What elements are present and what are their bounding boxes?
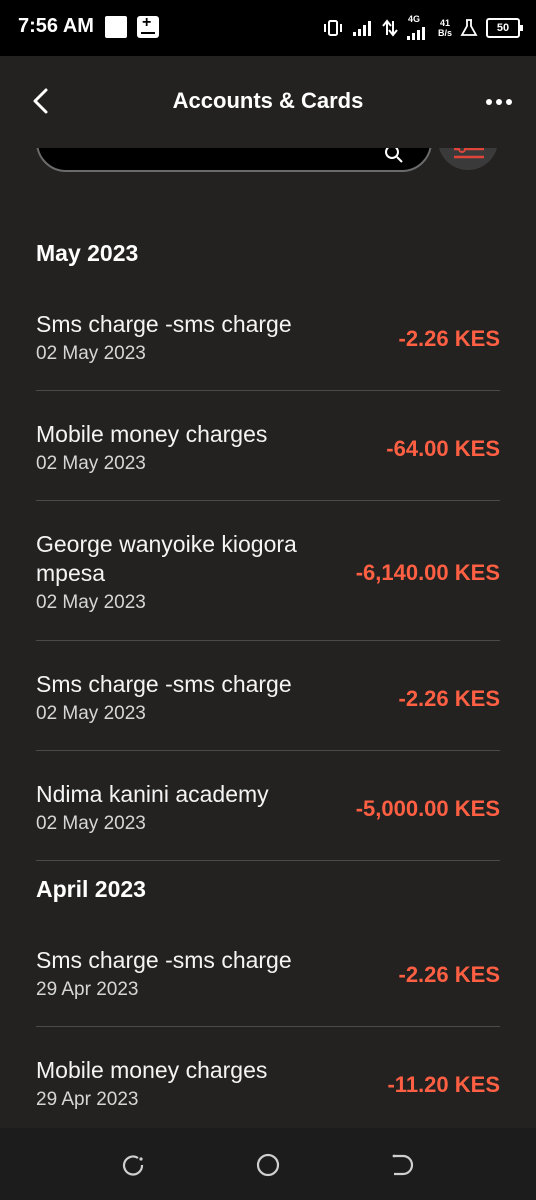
transaction-amount: -6,140.00 KES (355, 560, 500, 585)
search-input[interactable] (36, 148, 432, 172)
transaction-amount: -11.20 KES (387, 1072, 500, 1097)
back-nav-icon[interactable] (386, 1150, 416, 1180)
flask-icon (460, 19, 478, 36)
status-bar: 7:56 AM 4G 41 B (0, 0, 536, 56)
transaction-list: May 2023 Sms charge -sms charge 02 May 2… (0, 178, 536, 1126)
vibrate-icon (323, 20, 342, 36)
transaction-amount: -2.26 KES (398, 326, 501, 351)
notification-add-icon (137, 14, 159, 38)
battery-icon: 50 (486, 18, 523, 38)
system-nav-bar (0, 1128, 536, 1200)
transaction-name: Sms charge -sms charge (36, 947, 292, 973)
status-time: 7:56 AM (18, 15, 94, 37)
status-icons: 4G 41 B/s 50 (322, 14, 523, 42)
page-title: Accounts & Cards (172, 88, 364, 113)
transaction-name: Sms charge -sms charge (36, 311, 292, 337)
transaction-amount: -2.26 KES (398, 962, 501, 987)
transaction-amount: -5,000.00 KES (355, 796, 500, 821)
home-icon[interactable] (253, 1150, 283, 1180)
more-options-icon[interactable] (484, 92, 514, 112)
notification-square-icon (105, 16, 127, 38)
recent-apps-icon[interactable] (118, 1150, 148, 1180)
network-speed: 41 B/s (438, 18, 452, 38)
search-icon (385, 148, 403, 163)
divider (36, 500, 500, 501)
transaction-name: George wanyoike kiogora mpesa (36, 531, 297, 586)
transaction-name: Mobile money charges (36, 421, 268, 447)
transaction-name: Mobile money charges (36, 1057, 268, 1083)
signal-4g-icon (406, 27, 425, 40)
transaction-name: Ndima kanini academy (36, 781, 269, 807)
transaction-row[interactable]: Sms charge -sms charge 02 May 2023 -2.26… (36, 670, 500, 725)
transaction-date: 02 May 2023 (36, 592, 146, 613)
divider (36, 390, 500, 391)
filter-button[interactable] (438, 148, 498, 170)
signal-icon (352, 21, 371, 36)
network-speed-unit: B/s (437, 28, 452, 38)
filter-icon (454, 148, 484, 159)
search-row (0, 148, 536, 178)
data-transfer-icon (382, 19, 398, 37)
transaction-row[interactable]: Mobile money charges 02 May 2023 -64.00 … (36, 420, 500, 475)
transaction-name: Sms charge -sms charge (36, 671, 292, 697)
divider (36, 1026, 500, 1027)
month-header: April 2023 (36, 876, 146, 902)
transaction-row[interactable]: Mobile money charges 29 Apr 2023 -11.20 … (36, 1056, 500, 1111)
transaction-row[interactable]: George wanyoike kiogora mpesa 02 May 202… (36, 530, 500, 614)
divider (36, 750, 500, 751)
transaction-row[interactable]: Sms charge -sms charge 02 May 2023 -2.26… (36, 310, 500, 365)
divider (36, 860, 500, 861)
transaction-amount: -2.26 KES (398, 686, 501, 711)
network-type-label: 4G (407, 14, 420, 24)
month-header: May 2023 (36, 240, 139, 266)
app-header: Accounts & Cards (0, 56, 536, 150)
transaction-amount: -64.00 KES (386, 436, 500, 461)
transaction-row[interactable]: Sms charge -sms charge 29 Apr 2023 -2.26… (36, 946, 500, 1001)
network-type-group: 4G (406, 14, 430, 40)
divider (36, 640, 500, 641)
transaction-row[interactable]: Ndima kanini academy 02 May 2023 -5,000.… (36, 780, 500, 835)
network-speed-value: 41 (439, 18, 450, 28)
